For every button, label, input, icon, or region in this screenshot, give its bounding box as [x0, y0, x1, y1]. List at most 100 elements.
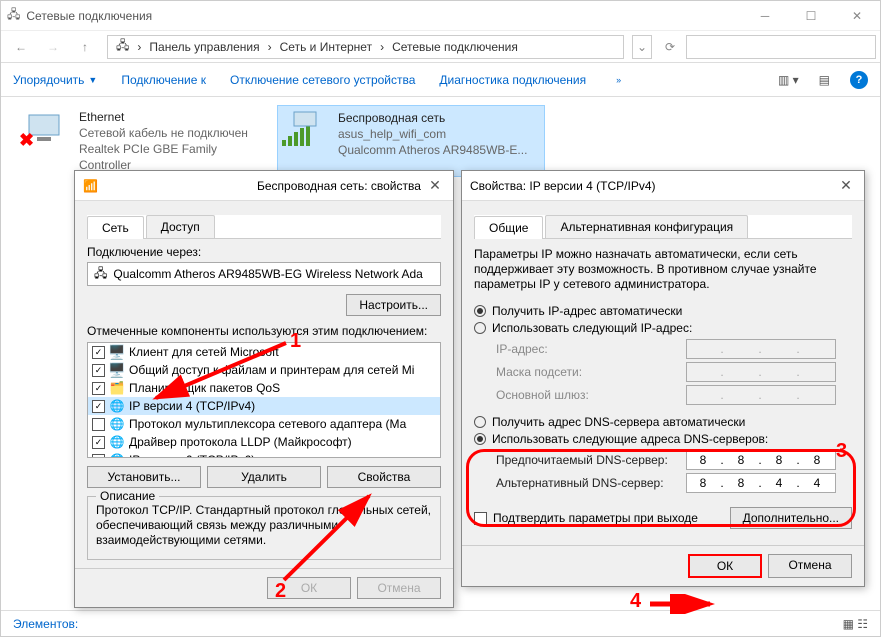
list-item: ✓🌐Драйвер протокола LLDP (Майкрософт)	[88, 433, 440, 451]
tab-network[interactable]: Сеть	[87, 216, 144, 239]
breadcrumb-item[interactable]: Панель управления	[145, 40, 263, 54]
ip-address-input: ...	[686, 339, 836, 359]
list-item: ✓🖥️Клиент для сетей Microsoft	[88, 343, 440, 361]
adapter-properties-dialog: 📶 Беспроводная сеть: свойства ✕ Сеть Дос…	[74, 170, 454, 608]
nic-icon: 🖧	[94, 264, 107, 285]
organize-menu[interactable]: Упорядочить▼	[13, 73, 97, 87]
subnet-mask-label: Маска подсети:	[496, 365, 686, 379]
description-text: Протокол TCP/IP. Стандартный протокол гл…	[96, 503, 432, 548]
command-bar: Упорядочить▼ Подключение к Отключение се…	[1, 63, 880, 97]
view-icons-button[interactable]: ▥ ▾	[778, 73, 799, 87]
cancel-button[interactable]: Отмена	[357, 577, 441, 599]
checkbox[interactable]	[92, 418, 105, 431]
breadcrumb-icon: 🖧	[112, 36, 133, 57]
subnet-mask-input: ...	[686, 362, 836, 382]
checkbox[interactable]: ✓	[92, 382, 105, 395]
forward-button[interactable]: →	[39, 33, 67, 61]
close-button[interactable]: ✕	[836, 177, 856, 194]
ethernet-icon: ✖	[23, 109, 71, 149]
radio-manual-ip[interactable]: Использовать следующий IP-адрес:	[474, 321, 852, 335]
breadcrumb-item[interactable]: Сетевые подключения	[388, 40, 522, 54]
tab-general[interactable]: Общие	[474, 216, 543, 239]
preferred-dns-input[interactable]: 8.8.8.8	[686, 450, 836, 470]
radio-auto-dns[interactable]: Получить адрес DNS-сервера автоматически	[474, 415, 852, 429]
protocol-icon: 🌐	[109, 452, 125, 458]
radio-auto-ip[interactable]: Получить IP-адрес автоматически	[474, 304, 852, 318]
chevron-right-icon: ›	[376, 40, 388, 54]
chevron-right-icon: ›	[133, 40, 145, 54]
close-button[interactable]: ✕	[834, 1, 880, 31]
intro-text: Параметры IP можно назначать автоматичес…	[474, 247, 852, 292]
adapter-device: Realtek PCIe GBE Family Controller	[79, 141, 257, 173]
help-icon[interactable]: ?	[850, 71, 868, 89]
diagnose-button[interactable]: Диагностика подключения»	[439, 73, 621, 87]
dialog-titlebar: Свойства: IP версии 4 (TCP/IPv4) ✕	[462, 171, 864, 201]
cancel-button[interactable]: Отмена	[768, 554, 852, 578]
address-bar: ← → ↑ 🖧 › Панель управления › Сеть и Инт…	[1, 31, 880, 63]
advanced-button[interactable]: Дополнительно...	[730, 507, 852, 529]
minimize-button[interactable]: ─	[742, 1, 788, 31]
configure-button[interactable]: Настроить...	[346, 294, 441, 316]
protocol-icon: 🌐	[109, 416, 125, 432]
list-item: ✓🖥️Общий доступ к файлам и принтерам для…	[88, 361, 440, 379]
search-input[interactable]	[686, 35, 876, 59]
radio-manual-dns[interactable]: Использовать следующие адреса DNS-сервер…	[474, 432, 852, 446]
disconnected-icon: ✖	[19, 130, 34, 151]
chevron-right-icon: ›	[264, 40, 276, 54]
refresh-button[interactable]: ⟳	[656, 33, 684, 61]
adapter-device: Qualcomm Atheros AR9485WB-E...	[338, 142, 527, 158]
wifi-icon	[282, 110, 330, 150]
connect-to-button[interactable]: Подключение к	[121, 73, 206, 87]
connection-device: 🖧 Qualcomm Atheros AR9485WB-EG Wireless …	[87, 262, 441, 286]
adapter-status: asus_help_wifi_com	[338, 126, 527, 142]
breadcrumb[interactable]: 🖧 › Панель управления › Сеть и Интернет …	[107, 35, 624, 59]
dropdown-button[interactable]: ⌄	[632, 35, 652, 59]
validate-checkbox[interactable]	[474, 512, 487, 525]
adapter-wifi[interactable]: Беспроводная сеть asus_help_wifi_com Qua…	[277, 105, 545, 177]
alternate-dns-input[interactable]: 8.8.4.4	[686, 473, 836, 493]
dialog-title: Свойства: IP версии 4 (TCP/IPv4)	[470, 179, 836, 193]
install-button[interactable]: Установить...	[87, 466, 201, 488]
dialog-title: Беспроводная сеть: свойства	[257, 179, 425, 193]
disable-device-button[interactable]: Отключение сетевого устройства	[230, 73, 415, 87]
ok-button[interactable]: ОК	[267, 577, 351, 599]
adapter-name: Беспроводная сеть	[338, 110, 527, 126]
up-button[interactable]: ↑	[71, 33, 99, 61]
components-list[interactable]: ✓🖥️Клиент для сетей Microsoft ✓🖥️Общий д…	[87, 342, 441, 458]
view-details-button[interactable]: ▤	[819, 73, 830, 87]
checkbox[interactable]: ✓	[92, 454, 105, 459]
tabs: Сеть Доступ	[87, 215, 441, 239]
remove-button[interactable]: Удалить	[207, 466, 321, 488]
breadcrumb-item[interactable]: Сеть и Интернет	[276, 40, 376, 54]
gateway-input: ...	[686, 385, 836, 405]
qos-icon: 🗂️	[109, 380, 125, 396]
validate-label: Подтвердить параметры при выходе	[493, 511, 698, 525]
dialog-titlebar: 📶 Беспроводная сеть: свойства ✕	[75, 171, 453, 201]
dialog-footer: ОК Отмена	[75, 568, 453, 607]
tab-access[interactable]: Доступ	[146, 215, 215, 238]
tab-alt-config[interactable]: Альтернативная конфигурация	[545, 215, 748, 238]
properties-button[interactable]: Свойства	[327, 466, 441, 488]
components-label: Отмеченные компоненты используются этим …	[87, 324, 441, 338]
wifi-icon: 📶	[83, 179, 251, 193]
adapter-status: Сетевой кабель не подключен	[79, 125, 257, 141]
ok-button[interactable]: ОК	[688, 554, 762, 578]
adapter-ethernet[interactable]: ✖ Ethernet Сетевой кабель не подключен R…	[19, 105, 261, 177]
connect-via-label: Подключение через:	[87, 245, 441, 259]
list-item: ✓🌐IP версии 6 (TCP/IPv6)	[88, 451, 440, 458]
description-group: Описание Протокол TCP/IP. Стандартный пр…	[87, 496, 441, 560]
list-item-ipv4: ✓🌐IP версии 4 (TCP/IPv4)	[88, 397, 440, 415]
gateway-label: Основной шлюз:	[496, 388, 686, 402]
status-elements: Элементов:	[13, 617, 78, 631]
close-button[interactable]: ✕	[425, 177, 445, 194]
client-icon: 🖥️	[109, 344, 125, 360]
protocol-icon: 🌐	[109, 398, 125, 414]
checkbox[interactable]: ✓	[92, 364, 105, 377]
checkbox[interactable]: ✓	[92, 436, 105, 449]
maximize-button[interactable]: ☐	[788, 1, 834, 31]
view-mode-icon[interactable]: ▦ ☷	[843, 617, 868, 631]
checkbox[interactable]: ✓	[92, 400, 105, 413]
ip-address-label: IP-адрес:	[496, 342, 686, 356]
back-button[interactable]: ←	[7, 33, 35, 61]
checkbox[interactable]: ✓	[92, 346, 105, 359]
